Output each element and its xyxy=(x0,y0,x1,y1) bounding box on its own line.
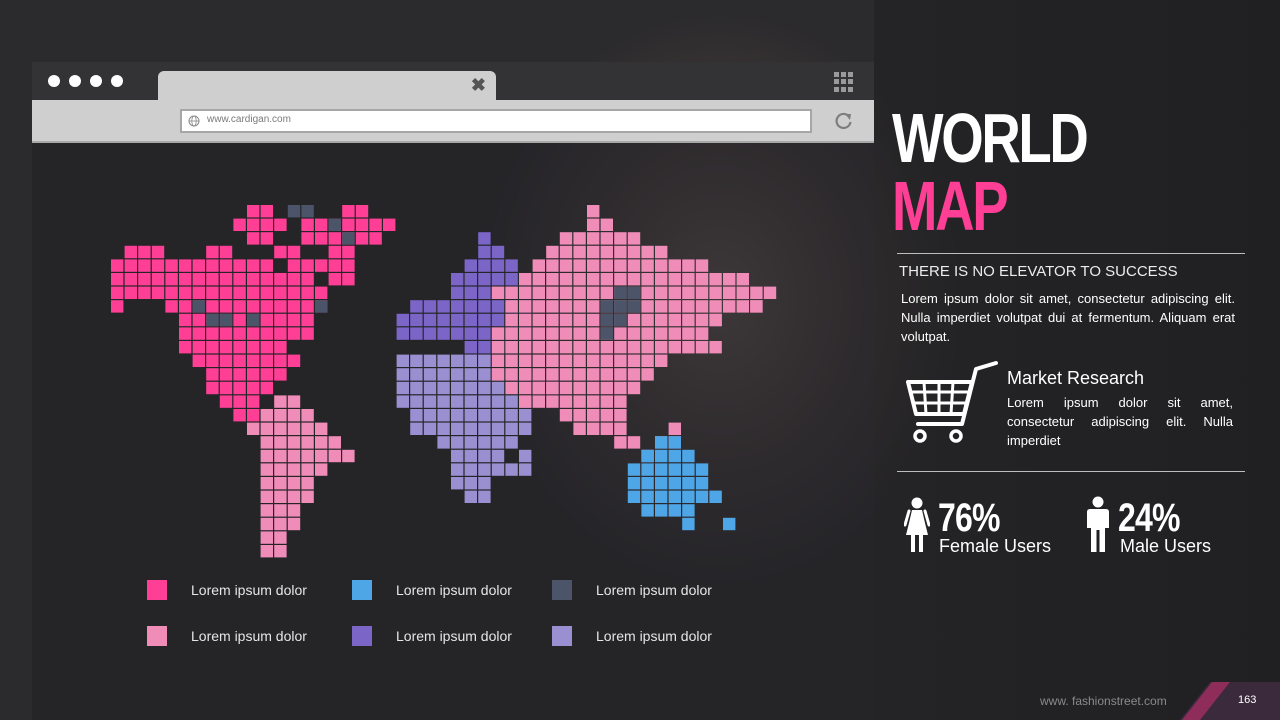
male-stat-label: Male Users xyxy=(1120,536,1212,556)
legend-label: Lorem ipsum dolor xyxy=(396,628,512,644)
feature-text: Lorem ipsum dolor sit amet, consectetur … xyxy=(1007,395,1233,448)
male-stat-value: 24% xyxy=(1118,496,1180,540)
address-bar: www.cardigan.com xyxy=(32,100,874,143)
url-input[interactable]: www.cardigan.com xyxy=(180,109,812,133)
legend-swatch xyxy=(352,580,372,600)
feature-title: Market Research xyxy=(1007,368,1145,388)
window-dot xyxy=(69,75,81,87)
divider xyxy=(897,471,1245,472)
legend-swatch xyxy=(352,626,372,646)
browser-title-bar: ✖ xyxy=(32,62,874,100)
browser-content-panel xyxy=(32,62,874,720)
url-text: www.cardigan.com xyxy=(207,114,291,125)
legend-swatch xyxy=(552,580,572,600)
female-stat-label: Female Users xyxy=(939,536,1052,556)
shopping-cart-icon xyxy=(906,361,998,443)
legend-label: Lorem ipsum dolor xyxy=(191,582,307,598)
window-dots xyxy=(48,75,123,87)
legend-swatch xyxy=(147,626,167,646)
window-dot xyxy=(90,75,102,87)
browser-tab[interactable]: ✖ xyxy=(158,71,496,100)
legend-label: Lorem ipsum dolor xyxy=(396,582,512,598)
close-icon[interactable]: ✖ xyxy=(471,75,486,95)
legend-swatch xyxy=(147,580,167,600)
male-user-icon xyxy=(1087,496,1109,552)
window-dot xyxy=(48,75,60,87)
window-dot xyxy=(111,75,123,87)
legend-item: Lorem ipsum dolor xyxy=(352,626,512,646)
legend-label: Lorem ipsum dolor xyxy=(596,582,712,598)
slide: ✖ www.cardigan.com Lorem ipsum dolor Lor… xyxy=(0,0,1280,720)
page-title-line-1: WORLD xyxy=(892,99,1089,177)
apps-grid-icon[interactable] xyxy=(834,72,854,92)
legend-item: Lorem ipsum dolor xyxy=(352,580,512,600)
reload-icon[interactable] xyxy=(834,111,854,131)
divider xyxy=(897,253,1245,254)
page-number: 163 xyxy=(1238,694,1257,706)
footer-website[interactable]: www. fashionstreet.com xyxy=(1040,694,1167,708)
legend-item: Lorem ipsum dolor xyxy=(147,580,307,600)
legend-item: Lorem ipsum dolor xyxy=(552,626,712,646)
subtitle: THERE IS NO ELEVATOR TO SUCCESS xyxy=(899,263,1178,280)
intro-text: Lorem ipsum dolor sit amet, consectetur … xyxy=(901,291,1235,344)
globe-icon xyxy=(188,115,200,127)
legend-item: Lorem ipsum dolor xyxy=(147,626,307,646)
legend-swatch xyxy=(552,626,572,646)
page-title-line-2: MAP xyxy=(892,167,1009,245)
female-stat-value: 76% xyxy=(938,496,1000,540)
female-user-icon xyxy=(904,497,930,552)
legend-label: Lorem ipsum dolor xyxy=(596,628,712,644)
legend-label: Lorem ipsum dolor xyxy=(191,628,307,644)
legend-item: Lorem ipsum dolor xyxy=(552,580,712,600)
